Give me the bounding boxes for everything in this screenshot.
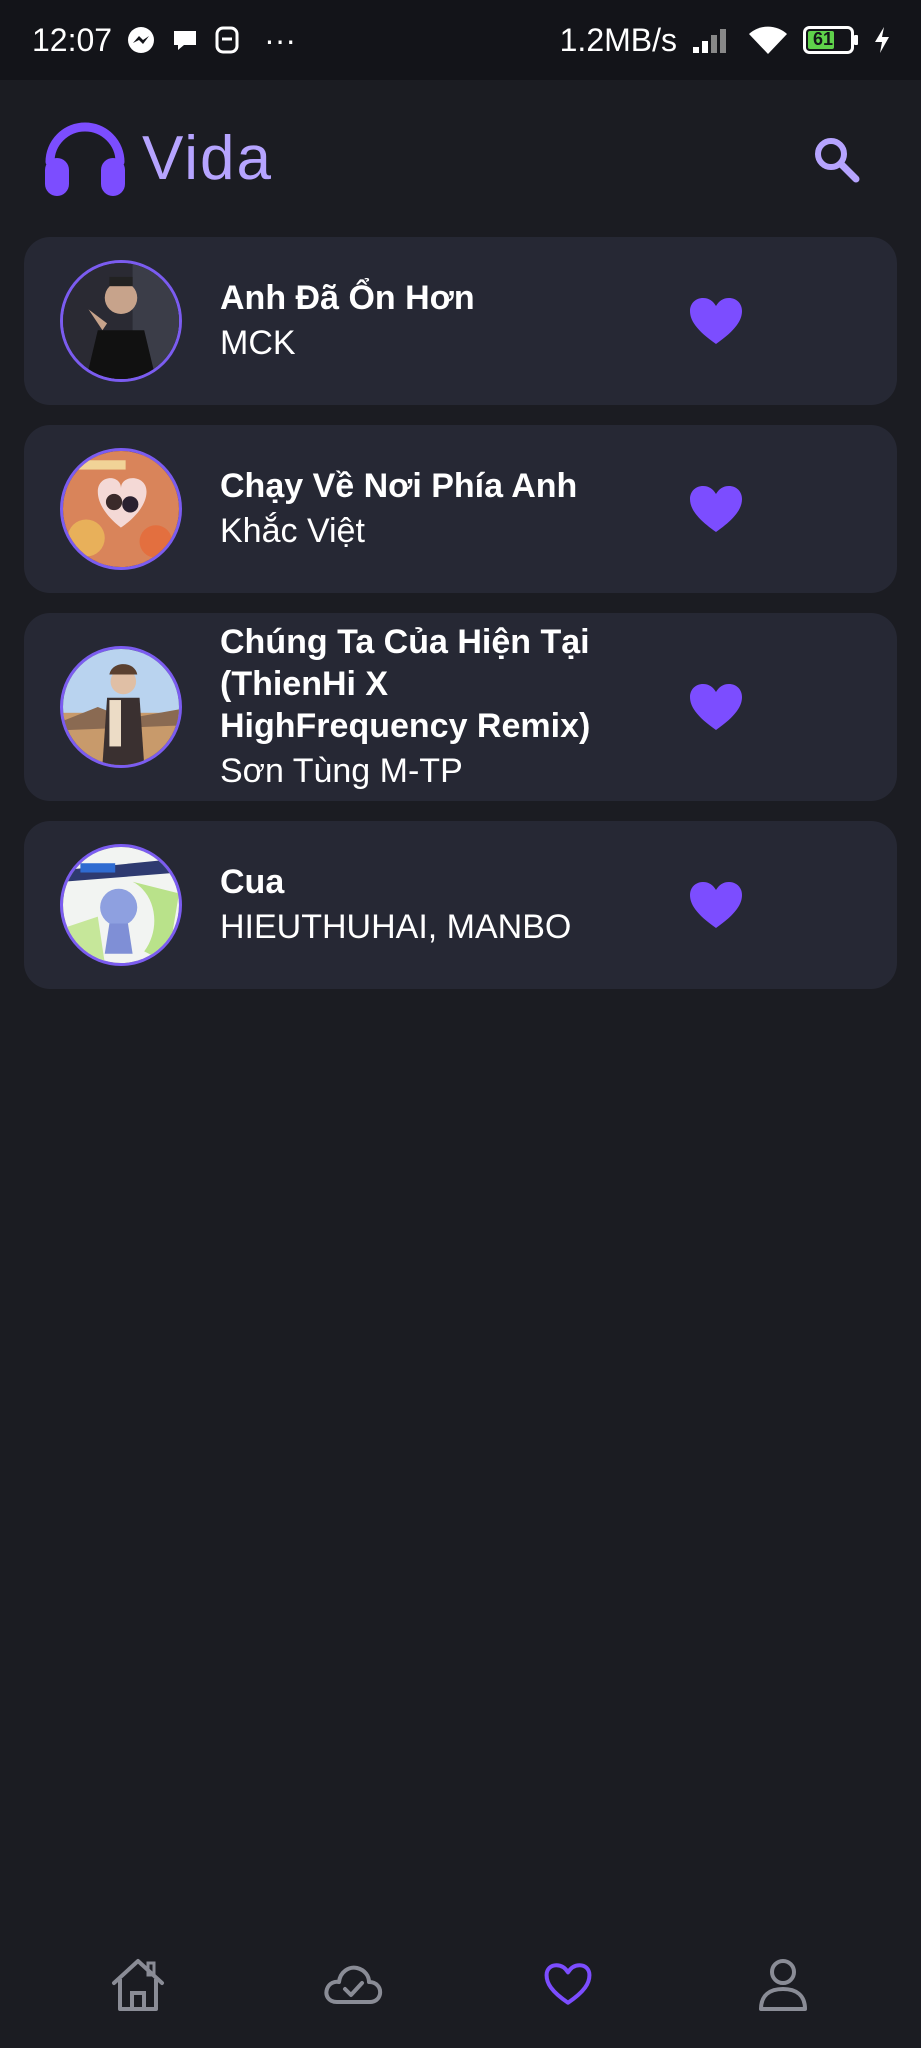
song-title: Anh Đã Ổn Hơn (220, 279, 475, 317)
charging-icon (873, 25, 891, 55)
headphones-icon (42, 114, 128, 203)
app-notification-icon (214, 25, 240, 55)
status-bar: 12:07 ··· 1.2MB/s 61 (0, 0, 921, 80)
song-card[interactable]: Chúng Ta Của Hiện Tại (ThienHi X HighFre… (24, 613, 897, 801)
song-cover (60, 646, 182, 768)
cloud-check-icon (324, 1965, 382, 2004)
song-title: Cua (220, 863, 285, 901)
heart-icon[interactable] (688, 484, 744, 534)
app-header: Vida (0, 80, 921, 237)
heart-icon[interactable] (688, 880, 744, 930)
messenger-icon (126, 25, 156, 55)
song-artist: MCK (220, 324, 296, 362)
nav-favorites[interactable] (513, 1939, 623, 2029)
nav-profile[interactable] (728, 1939, 838, 2029)
nav-home[interactable] (83, 1939, 193, 2029)
user-icon (759, 1959, 808, 2011)
favorite-songs-list: Anh Đã Ổn Hơn MCK Chạy Về Nơi Phía Anh K… (24, 237, 897, 989)
song-artist: HIEUTHUHAI, MANBO (220, 908, 572, 946)
status-time: 12:07 (32, 21, 113, 58)
song-artist: Sơn Tùng M-TP (220, 752, 463, 790)
heart-icon[interactable] (688, 682, 744, 732)
battery-level: 61 (813, 29, 834, 49)
nav-cloud[interactable] (298, 1939, 408, 2029)
heart-icon (544, 1963, 592, 2005)
more-notifications: ··· (264, 21, 297, 58)
song-title: Chạy Về Nơi Phía Anh (220, 467, 578, 505)
song-card[interactable]: Chạy Về Nơi Phía Anh Khắc Việt (24, 425, 897, 593)
song-cover (60, 844, 182, 966)
song-card[interactable]: Cua HIEUTHUHAI, MANBO (24, 821, 897, 989)
song-cover (60, 260, 182, 382)
network-speed: 1.2MB/s (559, 21, 677, 58)
search-icon (815, 137, 860, 182)
song-artist: Khắc Việt (220, 512, 365, 550)
song-title: Chúng Ta Của Hiện Tại (ThienHi X HighFre… (220, 623, 591, 745)
song-card[interactable]: Anh Đã Ổn Hơn MCK (24, 237, 897, 405)
search-button[interactable] (801, 124, 871, 194)
chat-bubble-icon (170, 25, 200, 55)
brand: Vida (42, 114, 273, 203)
heart-icon[interactable] (688, 296, 744, 346)
bottom-navigation (0, 1920, 921, 2048)
song-cover (60, 448, 182, 570)
app-name: Vida (142, 124, 273, 193)
home-icon (111, 1959, 164, 2011)
battery-icon: 61 (803, 25, 859, 55)
signal-icon (691, 25, 733, 55)
wifi-icon (747, 24, 789, 56)
